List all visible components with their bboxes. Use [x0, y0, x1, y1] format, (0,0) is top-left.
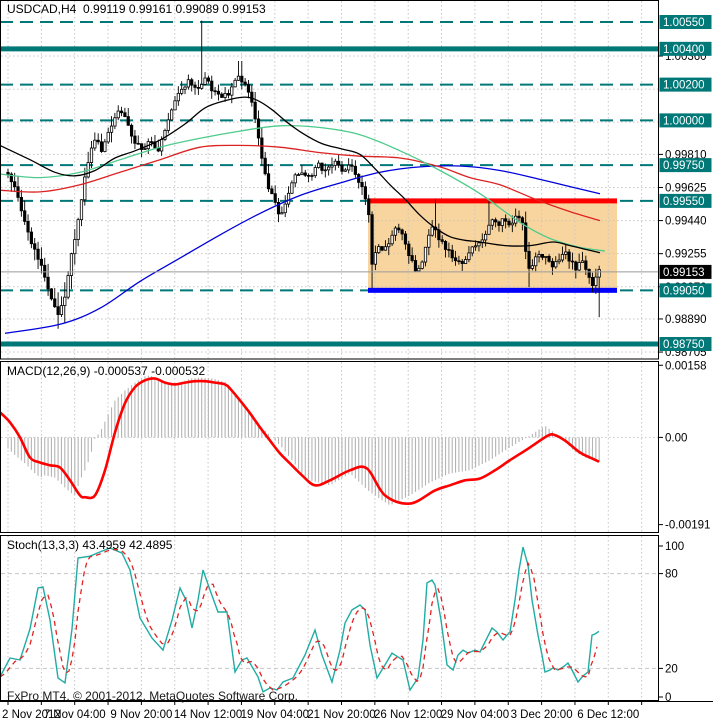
price-level-label: 0.99050 [663, 285, 705, 297]
price-level-label: 1.00200 [663, 80, 705, 92]
stoch-indicator-label: Stoch(13,3,3) 43.4959 42.4895 [7, 538, 173, 552]
stoch-scale-label: 20 [665, 663, 678, 675]
time-label: 26 Nov 12:00 [374, 709, 442, 721]
price-level-label: 1.00550 [663, 17, 705, 29]
stoch-scale-label: 100 [665, 541, 684, 553]
price-grid-label: 0.99255 [665, 249, 707, 261]
box-support-line [368, 287, 617, 293]
current-price-label: 0.99153 [663, 267, 705, 279]
stoch-scale-label: 0 [665, 692, 671, 704]
mt4-chart-window[interactable]: USDCAD,H4 0.99119 0.99161 0.99089 0.9915… [0, 0, 713, 727]
time-label: 19 Nov 04:00 [241, 709, 309, 721]
time-label: 6 Dec 12:00 [577, 709, 639, 721]
price-grid-label: 0.99625 [665, 182, 707, 194]
macd-indicator-label: MACD(12,26,9) -0.000537 -0.000532 [7, 364, 206, 378]
price-level-label: 0.99550 [663, 196, 705, 208]
platform-copyright: FxPro MT4, © 2001-2012, MetaQuotes Softw… [7, 689, 298, 703]
price-level-label: 1.00400 [663, 44, 705, 56]
time-label: 29 Nov 04:00 [441, 709, 509, 721]
price-level-label: 0.99750 [663, 160, 705, 172]
price-level-label: 1.00000 [663, 115, 705, 127]
macd-scale-label: -0.00191 [665, 520, 710, 532]
price-grid-label: 0.98890 [665, 314, 707, 326]
macd-scale-label: 0.00 [665, 432, 687, 444]
time-label: 9 Nov 20:00 [110, 709, 172, 721]
macd-scale-label: 0.00158 [665, 360, 707, 372]
price-grid-label: 0.99440 [665, 216, 707, 228]
chart-title: USDCAD,H4 0.99119 0.99161 0.99089 0.9915… [7, 2, 266, 16]
price-level-label: 0.98750 [663, 339, 705, 351]
stoch-scale-label: 80 [665, 569, 678, 581]
time-label: 7 Nov 04:00 [44, 709, 106, 721]
time-label: 14 Nov 12:00 [174, 709, 242, 721]
time-label: 21 Nov 20:00 [307, 709, 375, 721]
time-label: 3 Dec 20:00 [511, 709, 573, 721]
